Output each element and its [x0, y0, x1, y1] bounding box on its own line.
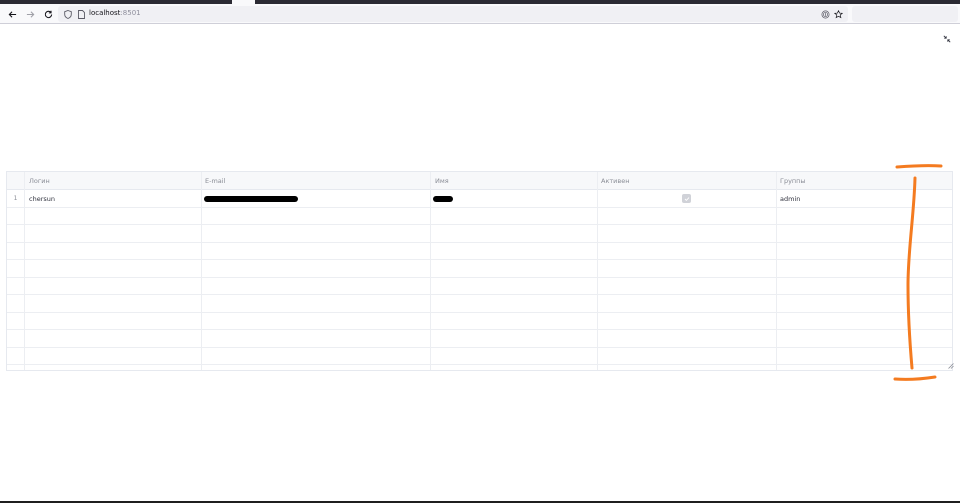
column-header-groups[interactable]: Группы [780, 177, 806, 185]
table-row[interactable] [7, 348, 952, 365]
column-header-email[interactable]: E-mail [205, 177, 225, 185]
checkmark-icon [684, 196, 689, 201]
table-row[interactable] [7, 208, 952, 225]
table-row[interactable] [7, 243, 952, 260]
search-field[interactable] [852, 6, 958, 22]
column-header-login[interactable]: Логин [29, 177, 50, 185]
table-row[interactable] [7, 278, 952, 295]
redacted-name [433, 196, 453, 202]
url-text[interactable]: localhost:8501 [89, 9, 141, 17]
grid-header: Логин E-mail Имя Активен Группы [7, 172, 952, 190]
minimize-arrows-icon [943, 35, 951, 43]
table-row[interactable] [7, 260, 952, 278]
browser-toolbar: localhost:8501 [0, 4, 960, 24]
reload-button[interactable] [40, 6, 56, 22]
resize-grip-icon[interactable] [947, 362, 954, 369]
fingerprint-icon[interactable] [819, 8, 831, 20]
redacted-email [204, 196, 298, 202]
app-content: Логин E-mail Имя Активен Группы 1 chersu… [0, 25, 960, 501]
table-row[interactable]: 1 chersun admin [7, 190, 952, 208]
data-grid[interactable]: Логин E-mail Имя Активен Группы 1 chersu… [6, 171, 954, 371]
table-row[interactable] [7, 295, 952, 313]
arrow-right-icon [26, 10, 34, 18]
collapse-button[interactable] [941, 33, 953, 45]
table-row[interactable] [7, 330, 952, 348]
row-index: 1 [13, 195, 18, 202]
url-bar[interactable]: localhost:8501 [58, 6, 848, 22]
reload-icon [44, 10, 52, 18]
shield-icon[interactable] [62, 8, 74, 20]
cell-groups[interactable]: admin [780, 195, 800, 203]
bookmark-star-icon[interactable] [832, 8, 844, 20]
forward-button[interactable] [22, 6, 38, 22]
table-row[interactable] [7, 313, 952, 330]
column-header-active[interactable]: Активен [601, 177, 629, 185]
page-icon[interactable] [75, 8, 87, 20]
table-row[interactable] [7, 225, 952, 243]
active-checkbox[interactable] [682, 194, 691, 203]
column-header-name[interactable]: Имя [435, 177, 449, 185]
arrow-left-icon [8, 10, 16, 18]
back-button[interactable] [4, 6, 20, 22]
cell-login[interactable]: chersun [29, 195, 55, 203]
